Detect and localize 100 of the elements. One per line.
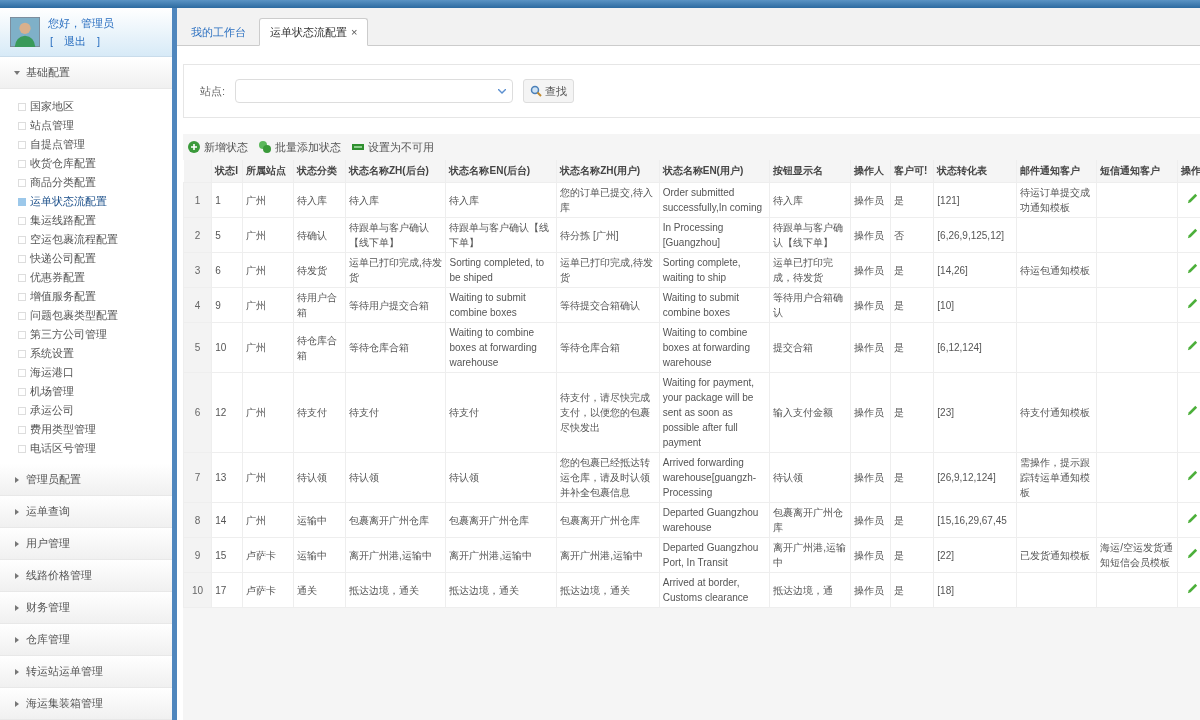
table-cell: 是 bbox=[890, 452, 934, 503]
table-cell: 12 bbox=[211, 372, 243, 453]
table-cell: 广州 bbox=[242, 182, 294, 218]
menu-item[interactable]: 运单状态流配置 bbox=[0, 192, 172, 211]
table-cell: [10] bbox=[933, 287, 1017, 323]
table-cell: 等待用户提交合箱 bbox=[345, 287, 446, 323]
menu-item[interactable]: 问题包裹类型配置 bbox=[0, 306, 172, 325]
table-cell: 否 bbox=[890, 217, 934, 253]
pencil-icon[interactable] bbox=[1185, 469, 1199, 482]
table-cell: Arrived at border, Customs clearance bbox=[659, 572, 770, 608]
table-cell: [18] bbox=[933, 572, 1017, 608]
table-cell: Waiting to combine boxes at forwarding warehouse bbox=[446, 322, 557, 373]
table-cell: 离开广州港,运输中 bbox=[446, 537, 557, 573]
column-header[interactable]: 客户可! bbox=[890, 160, 934, 183]
menu-item[interactable]: 承运公司 bbox=[0, 401, 172, 420]
table-cell: 待支付，请尽快完成支付，以便您的包裹尽快发出 bbox=[556, 372, 660, 453]
logout-link[interactable]: [ 退出 ] bbox=[48, 33, 114, 49]
table-cell: 广州 bbox=[242, 372, 294, 453]
row-number: 7 bbox=[183, 452, 212, 503]
column-header[interactable]: 按钮显示名 bbox=[769, 160, 851, 183]
column-header[interactable]: 操作人 bbox=[850, 160, 891, 183]
table-cell: 卢萨卡 bbox=[242, 572, 294, 608]
table-cell: 待运订单提交成功通知模板 bbox=[1016, 182, 1097, 218]
column-header[interactable]: 状态名称EN(用户) bbox=[659, 160, 770, 183]
table-cell: 待入库 bbox=[293, 182, 346, 218]
table-cell: 您的订单已提交,待入库 bbox=[556, 182, 660, 218]
menu-item[interactable]: 优惠券配置 bbox=[0, 268, 172, 287]
column-header[interactable]: 邮件通知客户 bbox=[1016, 160, 1097, 183]
menu-item[interactable]: 海运港口 bbox=[0, 363, 172, 382]
table-cell: Order submitted successfully,In coming bbox=[659, 182, 770, 218]
table-cell: Sorting completed, to be shiped bbox=[446, 252, 557, 288]
table-cell: 待认领 bbox=[769, 452, 851, 503]
menu-item[interactable]: 收货仓库配置 bbox=[0, 154, 172, 173]
column-header[interactable]: 状态转化表 bbox=[933, 160, 1017, 183]
column-header[interactable]: 所属站点 bbox=[242, 160, 294, 183]
table-cell: 提交合箱 bbox=[769, 322, 851, 373]
table-cell: 您的包裹已经抵达转运仓库，请及时认领并补全包裹信息 bbox=[556, 452, 660, 503]
pencil-icon[interactable] bbox=[1185, 581, 1199, 595]
toolbar-button[interactable]: 批量添加状态 bbox=[258, 139, 341, 155]
column-header[interactable]: 状态分类 bbox=[293, 160, 346, 183]
menu-item[interactable]: 电话区号管理 bbox=[0, 439, 172, 458]
toolbar-button[interactable]: 新增状态 bbox=[187, 139, 248, 155]
menu-item[interactable]: 快递公司配置 bbox=[0, 249, 172, 268]
table-cell: 待跟单与客户确认【线下单】 bbox=[345, 217, 446, 253]
table-cell: 操作员 bbox=[850, 502, 891, 538]
toolbar-button[interactable]: 设置为不可用 bbox=[351, 139, 434, 155]
table-cell: 17 bbox=[211, 572, 243, 608]
menu-item[interactable]: 系统设置 bbox=[0, 344, 172, 363]
tab[interactable]: 运单状态流配置 × bbox=[259, 18, 369, 46]
column-header[interactable]: 状态I bbox=[211, 160, 243, 183]
table-cell: 6 bbox=[211, 252, 243, 288]
table-cell: 待入库 bbox=[446, 182, 557, 218]
menu-item[interactable]: 站点管理 bbox=[0, 116, 172, 135]
table-cell: Sorting complete, waiting to ship bbox=[659, 252, 770, 288]
pencil-icon[interactable] bbox=[1185, 191, 1199, 205]
column-header[interactable]: 状态名称ZH(用户) bbox=[556, 160, 660, 183]
table-cell: In Processing [Guangzhou] bbox=[659, 217, 770, 253]
table-cell: Waiting for payment, your package will be sent as soon as possible after full payment bbox=[659, 372, 770, 453]
menu-item[interactable]: 空运包裹流程配置 bbox=[0, 230, 172, 249]
column-header[interactable]: 短信通知客户 bbox=[1096, 160, 1178, 183]
menu-item[interactable]: 国家地区 bbox=[0, 97, 172, 116]
table-cell: 运输中 bbox=[293, 502, 346, 538]
table-cell: 操作员 bbox=[850, 322, 891, 373]
pencil-icon[interactable] bbox=[1185, 261, 1199, 275]
search-button[interactable]: 查找 bbox=[523, 79, 575, 103]
pencil-icon[interactable] bbox=[1185, 296, 1199, 310]
table-cell: [6,12,124] bbox=[933, 322, 1017, 373]
caret-icon bbox=[14, 572, 20, 579]
menu-item[interactable]: 第三方公司管理 bbox=[0, 325, 172, 344]
table-cell: 待支付 bbox=[293, 372, 346, 453]
row-number: 10 bbox=[183, 572, 212, 608]
menu-item[interactable]: 商品分类配置 bbox=[0, 173, 172, 192]
menu-item[interactable]: 费用类型管理 bbox=[0, 420, 172, 439]
menu-item[interactable]: 自提点管理 bbox=[0, 135, 172, 154]
table-cell: 广州 bbox=[242, 252, 294, 288]
column-header[interactable]: 操作 bbox=[1177, 160, 1200, 183]
pencil-icon[interactable] bbox=[1185, 546, 1199, 560]
table-cell: 待支付通知模板 bbox=[1016, 372, 1097, 453]
table-cell: Waiting to submit combine boxes bbox=[446, 287, 557, 323]
pencil-icon[interactable] bbox=[1185, 404, 1199, 417]
table-cell: 广州 bbox=[242, 287, 294, 323]
table-cell: [14,26] bbox=[933, 252, 1017, 288]
tab[interactable]: 我的工作台 bbox=[181, 19, 256, 45]
menu-item[interactable]: 集运线路配置 bbox=[0, 211, 172, 230]
menu-item[interactable]: 机场管理 bbox=[0, 382, 172, 401]
table-cell: 卢萨卡 bbox=[242, 537, 294, 573]
avatar-icon bbox=[10, 17, 40, 47]
pencil-icon[interactable] bbox=[1185, 339, 1199, 352]
table-cell: 包裹离开广州仓库 bbox=[446, 502, 557, 538]
pencil-icon[interactable] bbox=[1185, 511, 1199, 525]
table-cell: 待跟单与客户确认【线下单】 bbox=[446, 217, 557, 253]
close-icon[interactable]: × bbox=[351, 26, 358, 38]
caret-icon bbox=[14, 636, 20, 643]
caret-icon bbox=[14, 540, 20, 547]
menu-item[interactable]: 增值服务配置 bbox=[0, 287, 172, 306]
column-header[interactable]: 状态名称ZH(后台) bbox=[345, 160, 446, 183]
pencil-icon[interactable] bbox=[1185, 226, 1199, 240]
column-header[interactable]: 状态名称EN(后台) bbox=[446, 160, 557, 183]
table-cell: 13 bbox=[211, 452, 243, 503]
table-cell: 操作员 bbox=[850, 452, 891, 503]
